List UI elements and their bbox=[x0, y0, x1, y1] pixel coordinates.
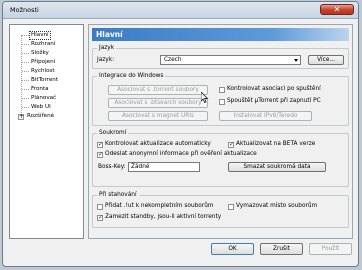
mouse-cursor-icon bbox=[201, 92, 209, 103]
check-assoc-checkbox[interactable] bbox=[219, 87, 225, 93]
settings-tree: Hlavní Rozhraní Složky Připojení Rychlos… bbox=[9, 24, 84, 239]
assoc-torrent-button[interactable]: Asociovat s .torrent soubory bbox=[108, 85, 208, 95]
tree-branch bbox=[22, 35, 29, 36]
tree-branch bbox=[22, 89, 29, 90]
window-title: Možnosti bbox=[10, 6, 39, 14]
tree-branch bbox=[22, 44, 29, 45]
tree-item-fronta[interactable]: Fronta bbox=[30, 86, 50, 93]
download-group-title: Při stahování bbox=[97, 191, 139, 200]
start-with-pc-checkbox[interactable] bbox=[219, 99, 225, 105]
tree-item-planovac[interactable]: Plánovač bbox=[30, 95, 57, 102]
tree-branch bbox=[22, 98, 29, 99]
tree-branch bbox=[22, 71, 29, 72]
cancel-button[interactable]: Zrušit bbox=[260, 243, 303, 255]
close-button[interactable]: ✕ bbox=[320, 4, 354, 15]
chevron-down-icon bbox=[294, 59, 298, 62]
ok-button[interactable]: OK bbox=[211, 243, 254, 255]
tree-item-rychlost[interactable]: Rychlost bbox=[30, 68, 56, 75]
tree-branch bbox=[22, 107, 29, 108]
download-group: Při stahování Přidat .!ut k nekompletním… bbox=[92, 191, 349, 228]
apply-button[interactable]: Použít bbox=[309, 243, 352, 255]
prealloc-label: Vymazovat místo souborům bbox=[236, 203, 318, 209]
windows-integration-title: Integrace do Windows bbox=[97, 72, 166, 81]
send-anon-checkbox[interactable]: ✓ bbox=[97, 152, 103, 158]
boss-key-input[interactable]: Žádné bbox=[128, 162, 200, 172]
tree-item-bittorrent[interactable]: BitTorrent bbox=[30, 77, 59, 84]
auto-update-checkbox[interactable]: ✓ bbox=[97, 142, 103, 148]
tree-branch bbox=[22, 62, 29, 63]
start-with-pc-label: Spouštět µTorrent při zapnutí PC bbox=[227, 98, 321, 104]
title-bar[interactable]: Možnosti ✕ bbox=[3, 2, 358, 19]
privacy-group-title: Soukromí bbox=[97, 129, 129, 138]
language-label: Jazyk: bbox=[97, 57, 115, 63]
install-ipv6-button[interactable]: Instalovat IPv6/Teredo bbox=[219, 111, 312, 121]
privacy-group: Soukromí ✓ Kontrolovat aktualizace autom… bbox=[92, 129, 349, 187]
more-languages-button[interactable]: Více... bbox=[308, 55, 344, 65]
tree-item-slozky[interactable]: Složky bbox=[30, 50, 50, 57]
tree-branch bbox=[22, 53, 29, 54]
tree-item-hlavni[interactable]: Hlavní bbox=[29, 31, 51, 40]
prevent-standby-checkbox[interactable]: ✓ bbox=[97, 215, 103, 221]
boss-key-label: Boss-Key: bbox=[98, 164, 126, 170]
language-select-value: Czech bbox=[164, 57, 182, 63]
language-group: Jazyk Jazyk: Czech Více... bbox=[92, 44, 349, 69]
tree-branch bbox=[22, 80, 29, 81]
beta-update-checkbox[interactable]: ✓ bbox=[228, 142, 234, 148]
assoc-magnet-button[interactable]: Asociovat s magnet URIs bbox=[108, 111, 208, 121]
settings-panel: Hlavní Jazyk Jazyk: Czech Více... Integr… bbox=[88, 24, 353, 239]
check-assoc-label: Kontrolovat asociaci po spuštění bbox=[227, 86, 321, 92]
tree-item-rozhrani[interactable]: Rozhraní bbox=[30, 41, 56, 48]
language-select[interactable]: Czech bbox=[160, 55, 301, 65]
expand-icon[interactable]: + bbox=[18, 114, 24, 120]
assoc-btsearch-button[interactable]: Asociovat s .btsearch soubory bbox=[108, 98, 208, 108]
dialog-client: Hlavní Rozhraní Složky Připojení Rychlos… bbox=[9, 24, 353, 261]
language-group-title: Jazyk bbox=[97, 44, 117, 53]
tree-item-rozsirene[interactable]: Rozšířené bbox=[26, 113, 55, 120]
tree-item-pripojeni[interactable]: Připojení bbox=[30, 59, 56, 66]
auto-update-label: Kontrolovat aktualizace automaticky bbox=[105, 141, 211, 147]
beta-update-label: Aktualizovat na BETA verze bbox=[236, 141, 316, 147]
append-ut-label: Přidat .!ut k nekompletním souborům bbox=[105, 203, 214, 209]
options-dialog: Možnosti ✕ Hlavní Rozhraní Složky Připoj… bbox=[2, 1, 359, 267]
append-ut-checkbox[interactable] bbox=[97, 204, 103, 210]
send-anon-label: Odeslat anonymní informace při ověření a… bbox=[105, 151, 257, 157]
clear-private-data-button[interactable]: Smazat soukromá data bbox=[228, 162, 326, 172]
prealloc-checkbox[interactable] bbox=[228, 204, 234, 210]
prevent-standby-label: Zamezit standby, jsou-li aktivní torrent… bbox=[105, 214, 222, 220]
tree-item-webui[interactable]: Web UI bbox=[30, 104, 52, 111]
windows-integration-group: Integrace do Windows Asociovat s .torren… bbox=[92, 72, 349, 126]
panel-header: Hlavní bbox=[92, 28, 349, 41]
